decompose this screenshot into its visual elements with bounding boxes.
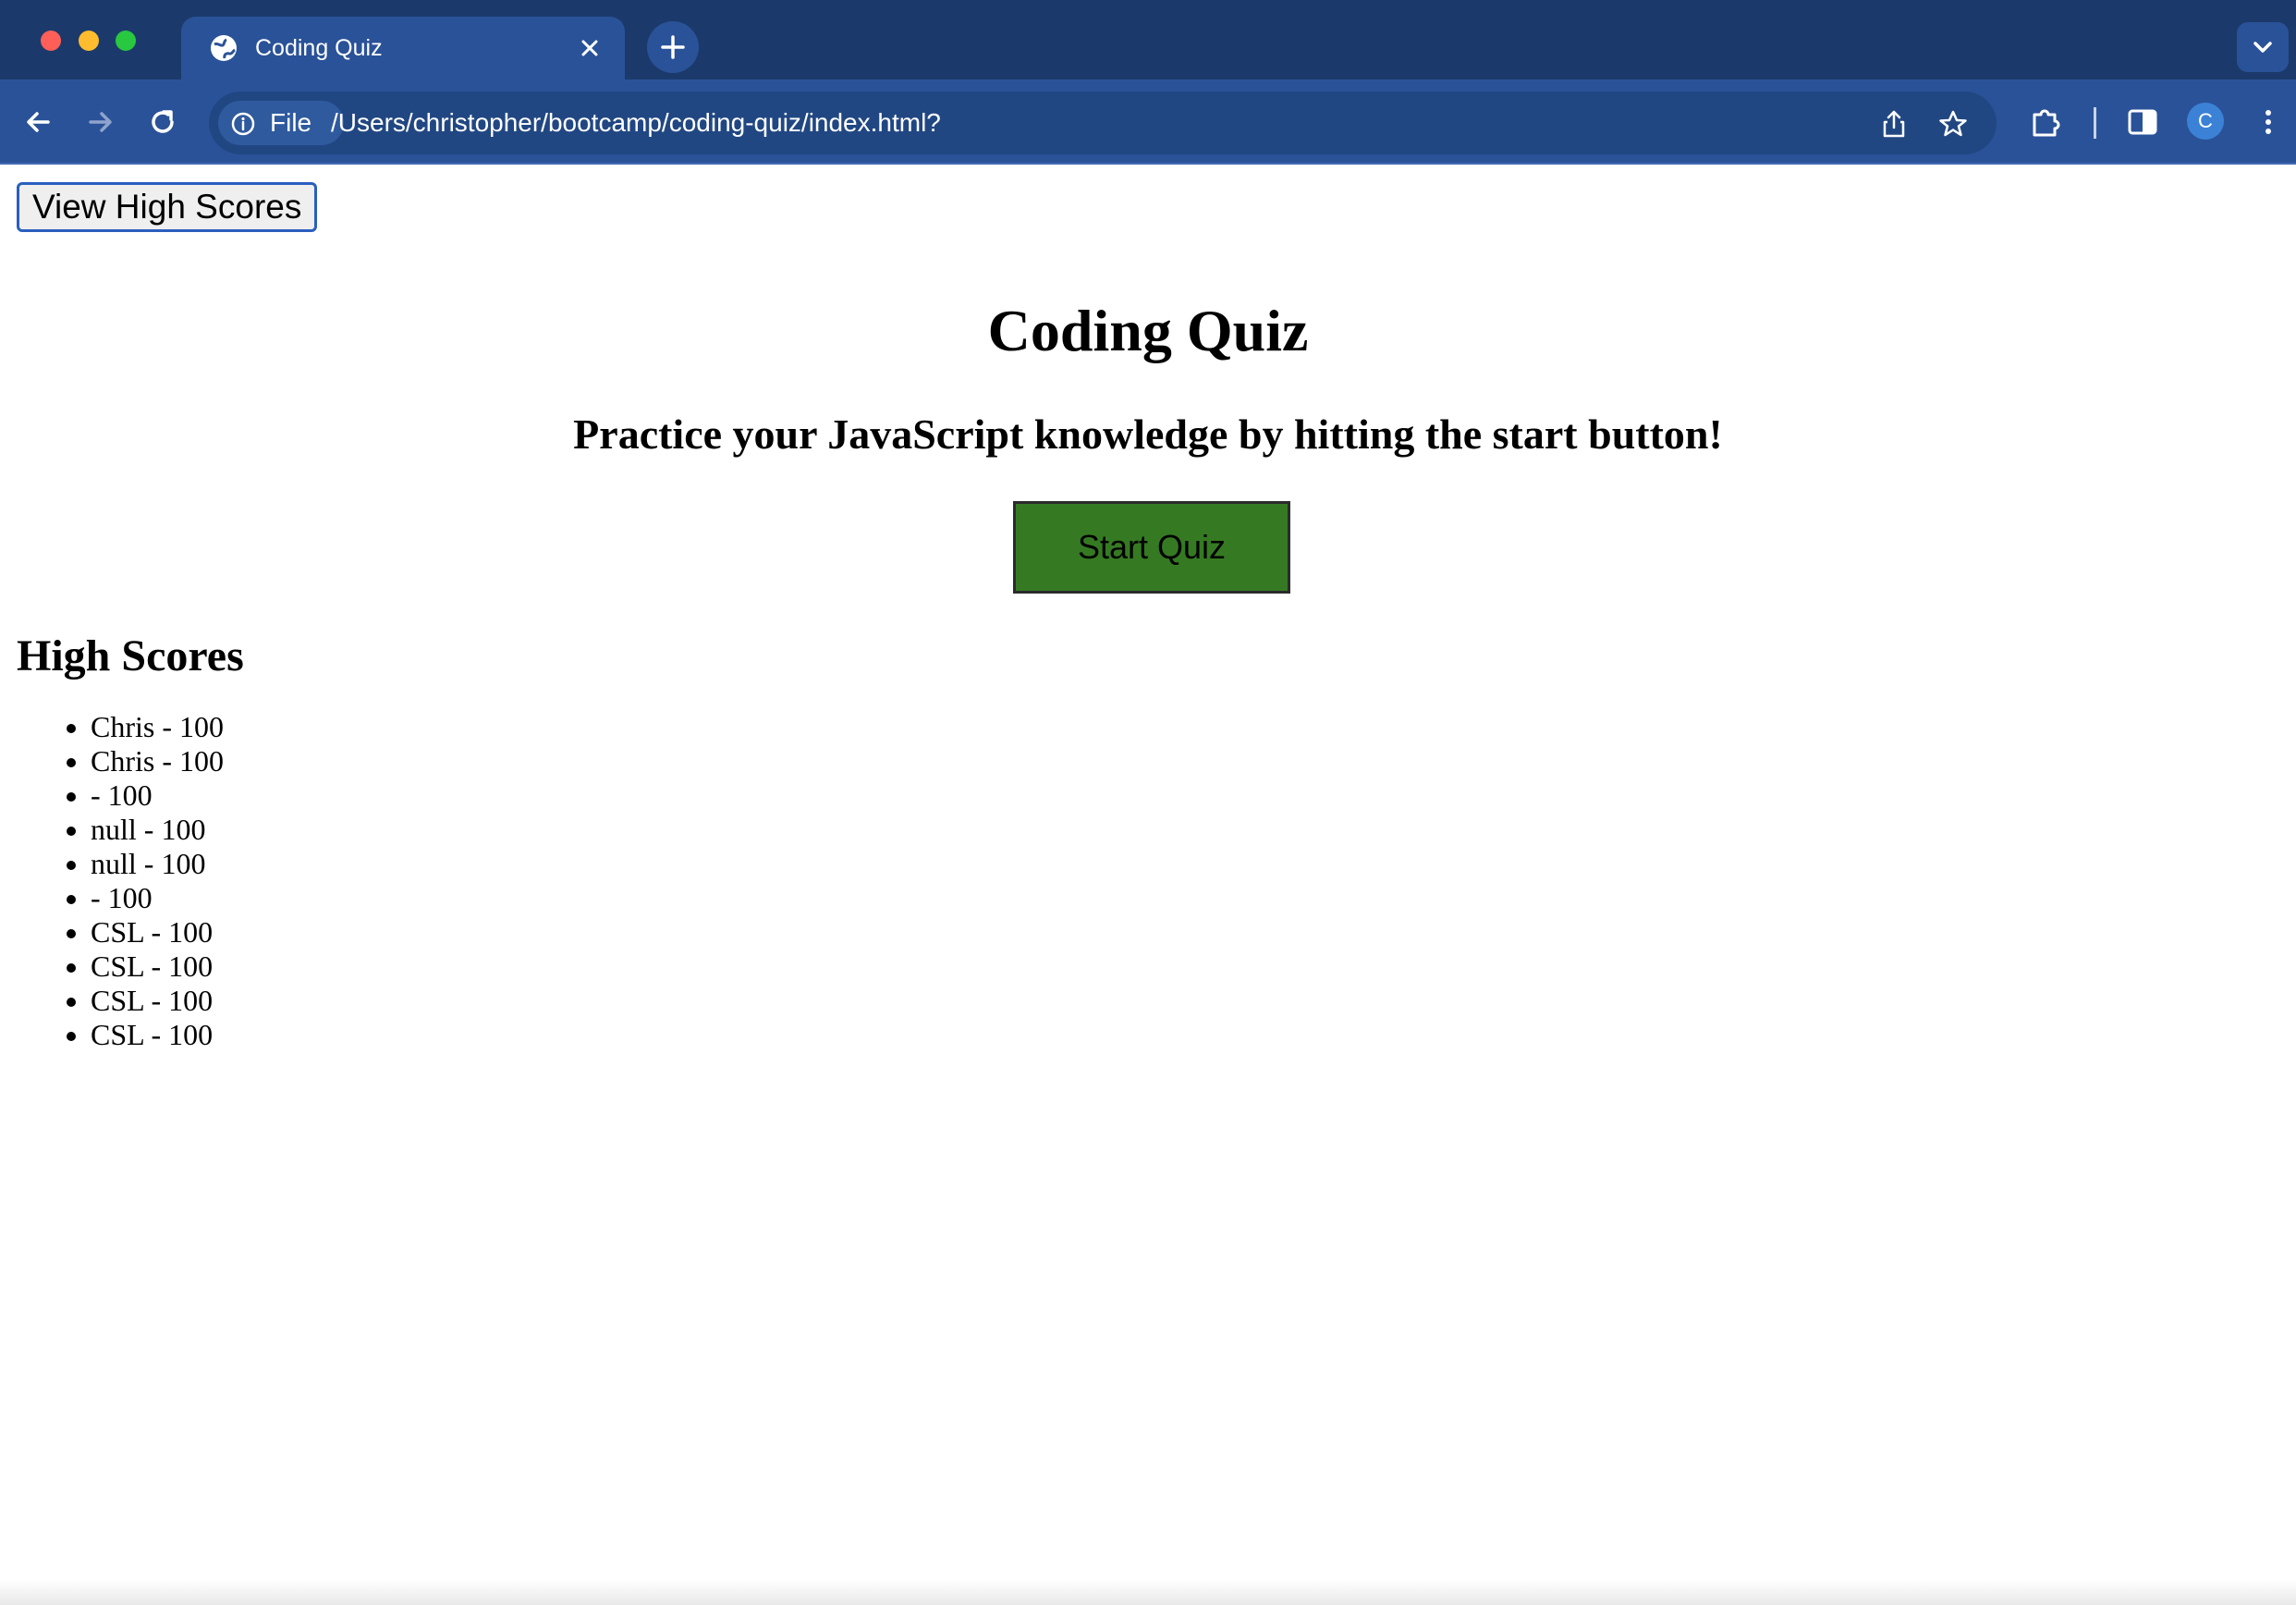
page-content: View High Scores Coding Quiz Practice yo… — [0, 166, 2296, 1605]
page-title: Coding Quiz — [987, 298, 1309, 363]
site-info-label: File — [270, 108, 312, 137]
list-item: CSL - 100 — [91, 984, 224, 1018]
site-info-chip[interactable]: File — [218, 101, 344, 145]
address-bar[interactable]: File /Users/christopher/bootcamp/coding-… — [209, 92, 1997, 154]
forward-arrow-icon[interactable] — [79, 102, 120, 142]
extensions-icon[interactable] — [2028, 104, 2065, 141]
more-menu-icon[interactable] — [2250, 104, 2287, 141]
high-scores-heading: High Scores — [17, 631, 244, 680]
reload-icon[interactable] — [142, 102, 183, 142]
globe-icon — [211, 35, 237, 61]
list-item: null - 100 — [91, 813, 224, 847]
list-item: Chris - 100 — [91, 744, 224, 778]
window-bottom-edge — [0, 1579, 2296, 1605]
list-item: - 100 — [91, 778, 224, 813]
window-zoom-button[interactable] — [116, 31, 136, 51]
list-item: CSL - 100 — [91, 1018, 224, 1052]
new-tab-button[interactable] — [647, 21, 699, 73]
browser-tab-bar: Coding Quiz — [0, 0, 2296, 80]
browser-tab[interactable]: Coding Quiz — [181, 17, 625, 80]
side-panel-icon[interactable] — [2124, 104, 2161, 141]
bookmark-star-icon[interactable] — [1937, 108, 1969, 140]
profile-avatar[interactable]: C — [2187, 103, 2224, 140]
chevron-down-icon — [2253, 42, 2272, 53]
toolbar-separator — [2094, 107, 2096, 139]
list-item: - 100 — [91, 881, 224, 915]
share-icon[interactable] — [1878, 108, 1910, 140]
page-subtitle: Practice your JavaScript knowledge by hi… — [573, 410, 1723, 458]
list-item: null - 100 — [91, 847, 224, 881]
browser-toolbar: File /Users/christopher/bootcamp/coding-… — [0, 80, 2296, 165]
info-icon — [231, 112, 255, 136]
start-quiz-button[interactable]: Start Quiz — [1013, 501, 1290, 594]
list-item: Chris - 100 — [91, 710, 224, 744]
view-high-scores-button[interactable]: View High Scores — [17, 182, 318, 232]
tab-title: Coding Quiz — [255, 35, 383, 61]
plus-icon — [661, 35, 685, 59]
list-item: CSL - 100 — [91, 950, 224, 984]
close-tab-icon[interactable] — [577, 35, 603, 61]
back-arrow-icon[interactable] — [18, 102, 59, 142]
window-close-button[interactable] — [41, 31, 61, 51]
window-minimize-button[interactable] — [79, 31, 99, 51]
url-text[interactable]: /Users/christopher/bootcamp/coding-quiz/… — [331, 109, 941, 137]
tab-search-button[interactable] — [2237, 22, 2289, 72]
list-item: CSL - 100 — [91, 915, 224, 950]
high-scores-list: Chris - 100 Chris - 100 - 100 null - 100… — [0, 710, 224, 1052]
